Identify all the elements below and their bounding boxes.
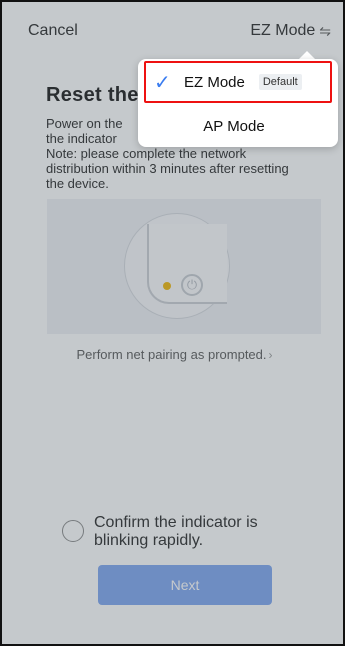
default-badge: Default [258,74,302,90]
menu-item-ap-mode[interactable]: AP Mode [138,105,338,147]
mode-dropdown-menu: ✓ EZ Mode Default AP Mode [138,59,338,147]
menu-item-label: AP Mode [203,117,265,135]
dropdown-pointer [299,51,315,59]
app-screen: Cancel EZ Mode ⇋ Reset the Power on the … [0,0,345,646]
menu-item-label: EZ Mode [184,73,245,91]
menu-item-ez-mode[interactable]: ✓ EZ Mode Default [144,61,332,103]
checkmark-icon: ✓ [154,71,171,94]
